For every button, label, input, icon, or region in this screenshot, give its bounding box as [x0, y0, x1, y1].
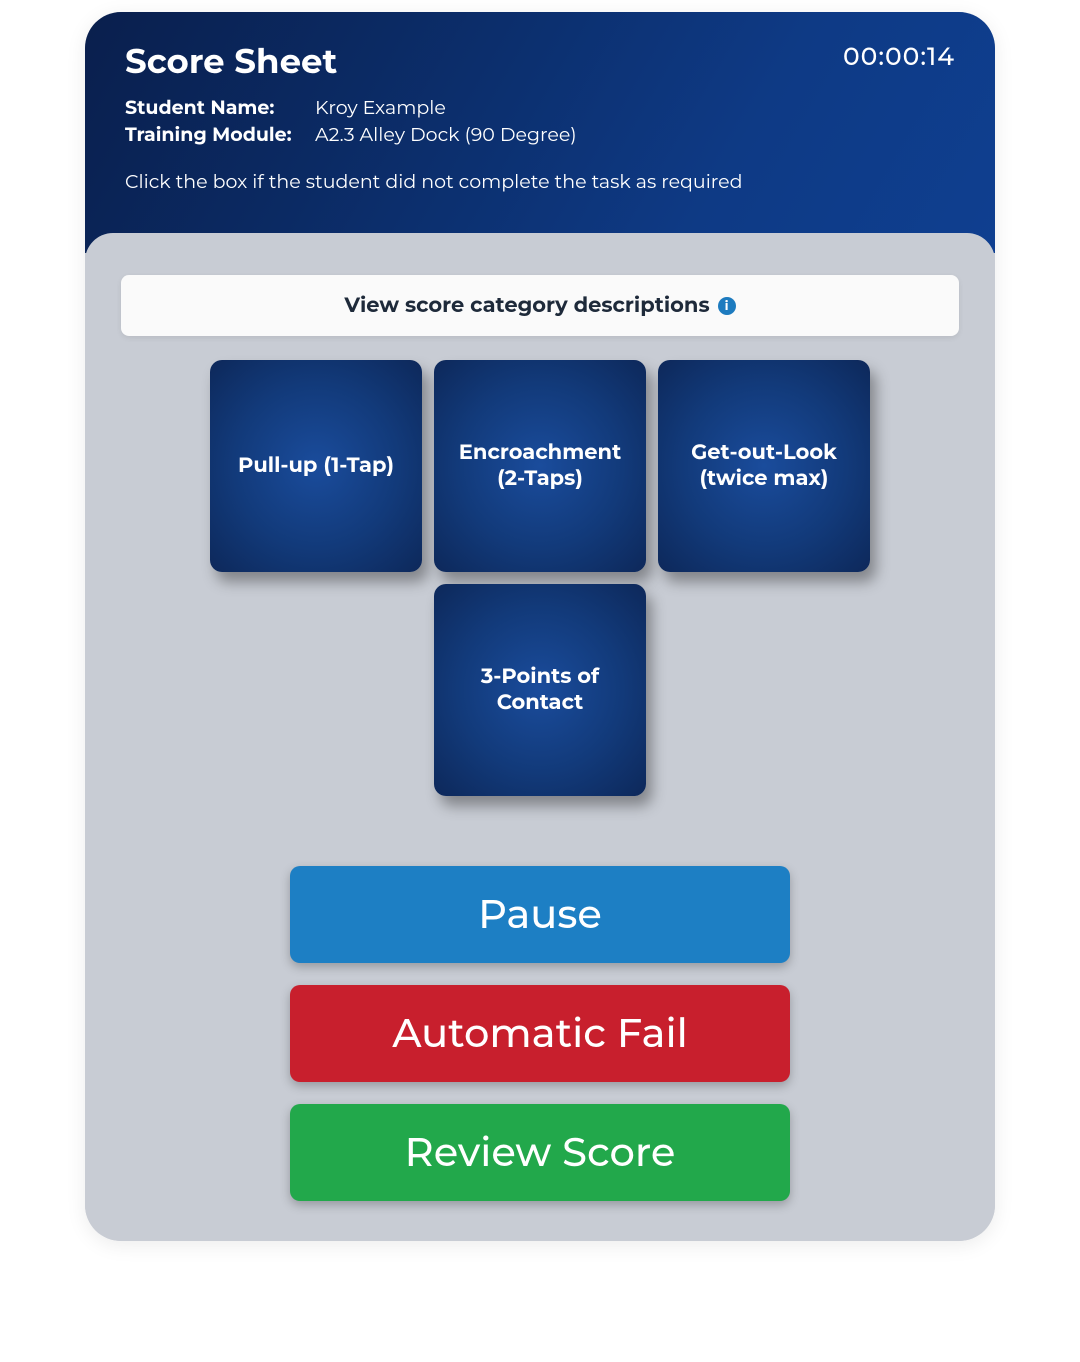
student-name-row: Student Name: Kroy Example [125, 96, 955, 119]
tile-pull-up[interactable]: Pull-up (1-Tap) [210, 360, 422, 572]
student-name-value: Kroy Example [315, 96, 446, 119]
tile-encroachment[interactable]: Encroachment (2-Taps) [434, 360, 646, 572]
score-sheet-body: View score category descriptions i Pull-… [85, 233, 995, 1241]
info-icon: i [718, 297, 736, 315]
tile-label: Get-out-Look (twice max) [678, 440, 850, 493]
tile-get-out-look[interactable]: Get-out-Look (twice max) [658, 360, 870, 572]
automatic-fail-button[interactable]: Automatic Fail [290, 985, 790, 1082]
view-descriptions-label: View score category descriptions [344, 293, 709, 318]
training-module-row: Training Module: A2.3 Alley Dock (90 Deg… [125, 123, 955, 146]
tile-label: 3-Points of Contact [454, 664, 626, 717]
tile-label: Encroachment (2-Taps) [454, 440, 626, 493]
page-title: Score Sheet [125, 40, 955, 82]
score-sheet-header: Score Sheet 00:00:14 Student Name: Kroy … [85, 12, 995, 253]
timer-display: 00:00:14 [843, 42, 955, 72]
tile-3-points-contact[interactable]: 3-Points of Contact [434, 584, 646, 796]
review-score-button[interactable]: Review Score [290, 1104, 790, 1201]
tile-label: Pull-up (1-Tap) [238, 453, 394, 479]
pause-button[interactable]: Pause [290, 866, 790, 963]
student-name-label: Student Name: [125, 96, 315, 119]
score-sheet-card: Score Sheet 00:00:14 Student Name: Kroy … [85, 12, 995, 1241]
action-buttons: Pause Automatic Fail Review Score [290, 866, 790, 1201]
view-descriptions-button[interactable]: View score category descriptions i [121, 275, 959, 336]
training-module-value: A2.3 Alley Dock (90 Degree) [315, 123, 577, 146]
instruction-text: Click the box if the student did not com… [125, 170, 955, 193]
training-module-label: Training Module: [125, 123, 315, 146]
score-tiles: Pull-up (1-Tap) Encroachment (2-Taps) Ge… [121, 360, 959, 796]
